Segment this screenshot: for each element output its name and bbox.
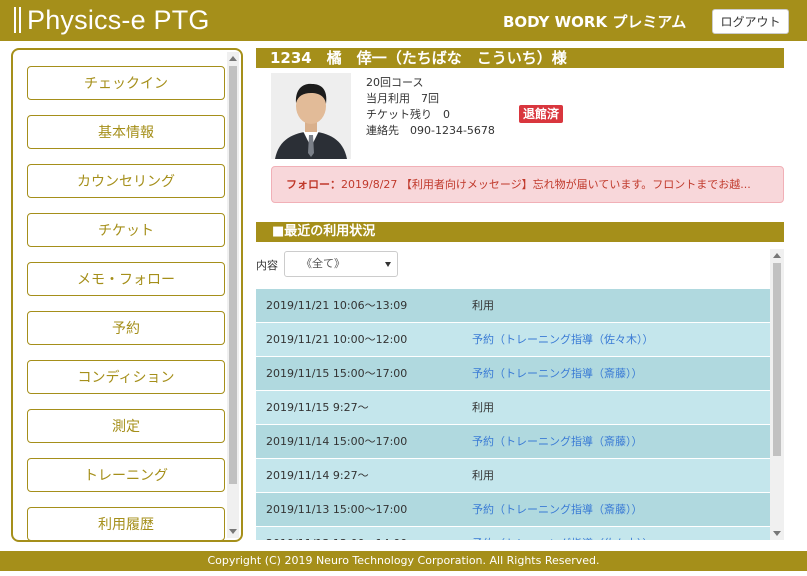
sidebar-item-usage-history[interactable]: 利用履歴	[27, 507, 225, 540]
row-date: 2019/11/21 10:06～13:09	[266, 299, 408, 312]
member-avatar-icon	[271, 73, 351, 159]
usage-section-title: ■最近の利用状況	[256, 222, 784, 242]
sidebar-item-memo-follow[interactable]: メモ・フォロー	[27, 262, 225, 296]
member-photo	[271, 73, 351, 159]
row-reservation-link[interactable]: 予約（トレーニング指導（斎藤））	[472, 493, 643, 527]
row-reservation-link[interactable]: 予約（トレーニング指導（斎藤））	[472, 425, 643, 459]
scroll-up-icon[interactable]	[773, 253, 781, 258]
row-content: 利用	[472, 299, 494, 312]
sidebar-item-checkin[interactable]: チェックイン	[27, 66, 225, 100]
app-header: Physics-e PTG BODY WORK プレミアム ログアウト	[0, 0, 807, 41]
row-date: 2019/11/21 10:00～12:00	[266, 333, 408, 346]
usage-table: 2019/11/21 10:06～13:09 利用 2019/11/21 10:…	[256, 289, 770, 540]
row-date: 2019/11/13 15:00～17:00	[266, 503, 408, 516]
table-row: 2019/11/14 9:27～ 利用	[256, 459, 770, 493]
app-logo: Physics-e PTG	[14, 4, 210, 36]
sidebar-item-training[interactable]: トレーニング	[27, 458, 225, 492]
row-content: 利用	[472, 469, 494, 482]
scroll-up-icon[interactable]	[229, 56, 237, 61]
status-badge: 退館済	[519, 105, 564, 123]
sidebar-item-condition[interactable]: コンディション	[27, 360, 225, 394]
table-row: 2019/11/14 15:00～17:00 予約（トレーニング指導（斎藤））	[256, 425, 770, 459]
member-info: 20回コース 当月利用 7回 チケット残り 0 連絡先 090-1234-567…	[366, 75, 495, 139]
follow-text: 2019/8/27 【利用者向けメッセージ】忘れ物が届いています。フロントまでお…	[341, 178, 751, 191]
sidebar-scrollbar[interactable]	[227, 52, 239, 538]
sidebar-item-counseling[interactable]: カウンセリング	[27, 164, 225, 198]
table-row: 2019/11/13 13:00～14:00 予約（トレーニング指導（佐々木））	[256, 527, 770, 540]
row-date: 2019/11/15 15:00～17:00	[266, 367, 408, 380]
table-row: 2019/11/15 9:27～ 利用	[256, 391, 770, 425]
scrollbar-thumb[interactable]	[229, 66, 237, 484]
row-reservation-link[interactable]: 予約（トレーニング指導（佐々木））	[472, 323, 654, 357]
logout-button[interactable]: ログアウト	[712, 9, 789, 34]
follow-alert[interactable]: フォロー：2019/8/27 【利用者向けメッセージ】忘れ物が届いています。フロ…	[271, 166, 784, 203]
usage-scrollbar[interactable]	[770, 249, 784, 540]
row-content: 利用	[472, 401, 494, 414]
sidebar-item-reservation[interactable]: 予約	[27, 311, 225, 345]
member-course: 20回コース	[366, 76, 424, 89]
brand-name: BODY WORK プレミアム	[503, 13, 687, 31]
row-date: 2019/11/14 15:00～17:00	[266, 435, 408, 448]
content-filter-select[interactable]: 《全て》	[284, 251, 398, 277]
sidebar-item-measurement[interactable]: 測定	[27, 409, 225, 443]
scroll-down-icon[interactable]	[773, 531, 781, 536]
logo-text: Physics-e PTG	[27, 4, 210, 35]
row-date: 2019/11/14 9:27～	[266, 469, 369, 482]
scrollbar-thumb[interactable]	[773, 263, 781, 456]
table-row: 2019/11/15 15:00～17:00 予約（トレーニング指導（斎藤））	[256, 357, 770, 391]
member-tickets-remaining: チケット残り 0	[366, 108, 450, 121]
sidebar-item-basic-info[interactable]: 基本情報	[27, 115, 225, 149]
sidebar-item-ticket[interactable]: チケット	[27, 213, 225, 247]
row-reservation-link[interactable]: 予約（トレーニング指導（斎藤））	[472, 357, 643, 391]
member-contact: 連絡先 090-1234-5678	[366, 124, 495, 137]
member-title: 1234 橘 倖一（たちばな こういち）様	[256, 48, 784, 68]
filter-value: 《全て》	[301, 257, 345, 270]
row-date: 2019/11/13 13:00～14:00	[266, 527, 407, 540]
chevron-down-icon	[385, 262, 391, 267]
table-row: 2019/11/21 10:00～12:00 予約（トレーニング指導（佐々木））	[256, 323, 770, 357]
table-row: 2019/11/13 15:00～17:00 予約（トレーニング指導（斎藤））	[256, 493, 770, 527]
scroll-down-icon[interactable]	[229, 529, 237, 534]
row-date: 2019/11/15 9:27～	[266, 401, 369, 414]
member-monthly-usage: 当月利用 7回	[366, 92, 439, 105]
follow-label: フォロー：	[286, 178, 341, 191]
filter-label: 内容	[256, 259, 278, 272]
row-reservation-link[interactable]: 予約（トレーニング指導（佐々木））	[472, 527, 654, 540]
footer-copyright: Copyright (C) 2019 Neuro Technology Corp…	[0, 551, 807, 571]
sidebar-nav: チェックイン 基本情報 カウンセリング チケット メモ・フォロー 予約 コンディ…	[11, 48, 243, 542]
table-row: 2019/11/21 10:06～13:09 利用	[256, 289, 770, 323]
logo-mark-icon	[14, 7, 21, 33]
